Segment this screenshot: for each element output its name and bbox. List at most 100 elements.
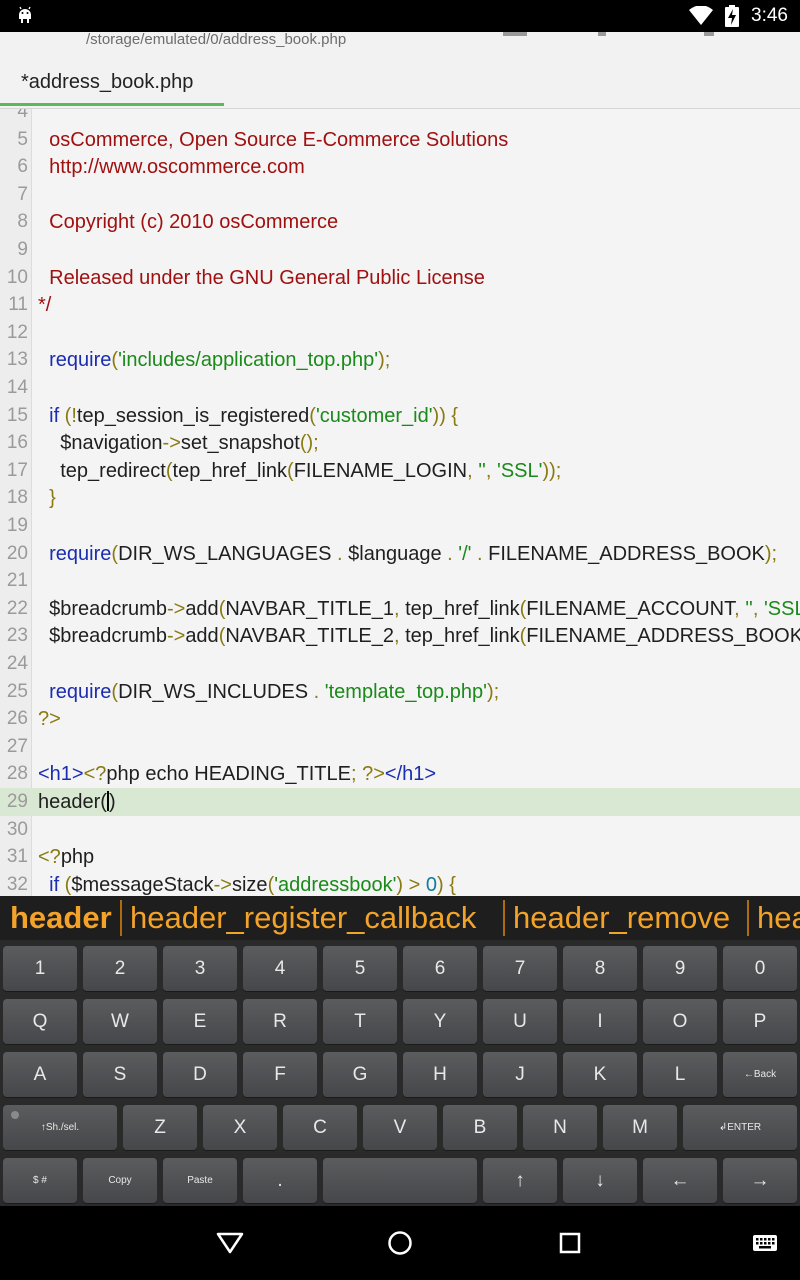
code-editor[interactable]: 4 5 osCommerce, Open Source E-Commerce So… [0,109,800,896]
key-8[interactable]: 8 [563,946,637,991]
key-m[interactable]: M [603,1105,677,1150]
code-line[interactable]: 24 [0,650,800,678]
key-2[interactable]: 2 [83,946,157,991]
back-icon[interactable] [216,1232,244,1254]
enter-key[interactable]: ↲ENTER [683,1105,797,1150]
paste-key[interactable]: Paste [163,1158,237,1203]
key-t[interactable]: T [323,999,397,1044]
key-f[interactable]: F [243,1052,317,1097]
code-line[interactable]: 15 if (!tep_session_is_registered('custo… [0,402,800,430]
key-e[interactable]: E [163,999,237,1044]
key-n[interactable]: N [523,1105,597,1150]
code-line[interactable]: 9 [0,236,800,264]
code-line[interactable]: 23 $breadcrumb->add(NAVBAR_TITLE_2, tep_… [0,622,800,650]
key-z[interactable]: Z [123,1105,197,1150]
key-i[interactable]: I [563,999,637,1044]
key-j[interactable]: J [483,1052,557,1097]
toolbar-icon-fragment[interactable] [503,32,527,36]
key-3[interactable]: 3 [163,946,237,991]
code-line[interactable]: 7 [0,181,800,209]
toolbar-icon-fragment[interactable] [704,32,714,36]
code-line[interactable]: 22 $breadcrumb->add(NAVBAR_TITLE_1, tep_… [0,595,800,623]
code-token: osCommerce, Open Source E-Commerce Solut… [49,128,509,151]
code-line[interactable]: 32 if ($messageStack->size('addressbook'… [0,871,800,896]
key-x[interactable]: X [203,1105,277,1150]
code-line[interactable]: 27 [0,733,800,761]
key-7[interactable]: 7 [483,946,557,991]
key-w[interactable]: W [83,999,157,1044]
key-q[interactable]: Q [3,999,77,1044]
key-y[interactable]: Y [403,999,477,1044]
code-line[interactable]: 13 require('includes/application_top.php… [0,346,800,374]
key-o[interactable]: O [643,999,717,1044]
home-icon[interactable] [387,1230,413,1256]
key-s[interactable]: S [83,1052,157,1097]
key-k[interactable]: K [563,1052,637,1097]
key-b[interactable]: B [443,1105,517,1150]
code-line[interactable]: 14 [0,374,800,402]
suggestion-item[interactable]: header_remove [513,900,730,936]
code-line[interactable]: 19 [0,512,800,540]
symbols-key[interactable]: $ # [3,1158,77,1203]
code-token: . [337,542,349,565]
key-4[interactable]: 4 [243,946,317,991]
toolbar-icon-fragment[interactable] [598,32,606,36]
code-line[interactable]: 6 http://www.oscommerce.com [0,153,800,181]
code-token: , [485,459,497,482]
code-token: , [393,597,406,620]
code-line[interactable]: 10 Released under the GNU General Public… [0,264,800,292]
arrow-down-key[interactable]: ↓ [563,1158,637,1203]
key-u[interactable]: U [483,999,557,1044]
code-token: , [467,459,479,482]
period-key[interactable]: . [243,1158,317,1203]
suggestion-item[interactable]: header [10,900,112,936]
key-p[interactable]: P [723,999,797,1044]
code-line[interactable]: 30 [0,816,800,844]
key-label: $ # [33,1175,47,1186]
key-v[interactable]: V [363,1105,437,1150]
code-line[interactable]: 20 require(DIR_WS_LANGUAGES . $language … [0,540,800,568]
key-6[interactable]: 6 [403,946,477,991]
code-line[interactable]: 16 $navigation->set_snapshot(); [0,429,800,457]
key-c[interactable]: C [283,1105,357,1150]
tab-address-book[interactable]: *address_book.php [0,58,224,106]
code-line[interactable]: 26 ?> [0,705,800,733]
key-g[interactable]: G [323,1052,397,1097]
key-9[interactable]: 9 [643,946,717,991]
key-5[interactable]: 5 [323,946,397,991]
code-line[interactable]: 5 osCommerce, Open Source E-Commerce Sol… [0,126,800,154]
code-token: NAVBAR_TITLE_2 [225,625,394,648]
code-line[interactable]: 21 [0,567,800,595]
code-line[interactable]: 29 header() [0,788,800,816]
code-line[interactable]: 28 <h1><?php echo HEADING_TITLE; ?></h1> [0,760,800,788]
key-label: J [515,1063,525,1085]
keyboard-icon[interactable] [752,1234,778,1252]
code-line[interactable]: 17 tep_redirect(tep_href_link(FILENAME_L… [0,457,800,485]
key-1[interactable]: 1 [3,946,77,991]
copy-key[interactable]: Copy [83,1158,157,1203]
key-h[interactable]: H [403,1052,477,1097]
arrow-left-key[interactable]: ← [643,1158,717,1203]
key-0[interactable]: 0 [723,946,797,991]
code-line[interactable]: 8 Copyright (c) 2010 osCommerce [0,208,800,236]
recents-icon[interactable] [559,1232,581,1254]
code-line[interactable]: 11 */ [0,291,800,319]
arrow-up-key[interactable]: ↑ [483,1158,557,1203]
code-line[interactable]: 18 } [0,484,800,512]
suggestion-item[interactable]: hea [757,900,800,936]
suggestion-item[interactable]: header_register_callback [130,900,476,936]
key-l[interactable]: L [643,1052,717,1097]
code-line[interactable]: 12 [0,319,800,347]
code-line[interactable]: 31 <?php [0,843,800,871]
code-line[interactable]: 4 [0,109,800,126]
key-d[interactable]: D [163,1052,237,1097]
key-r[interactable]: R [243,999,317,1044]
backspace-key[interactable]: ←Back [723,1052,797,1097]
arrow-right-key[interactable]: → [723,1158,797,1203]
space-key[interactable] [323,1158,477,1203]
code-line[interactable]: 25 require(DIR_WS_INCLUDES . 'template_t… [0,678,800,706]
key-a[interactable]: A [3,1052,77,1097]
shift-select-key[interactable]: ↑Sh./sel. [3,1105,117,1150]
